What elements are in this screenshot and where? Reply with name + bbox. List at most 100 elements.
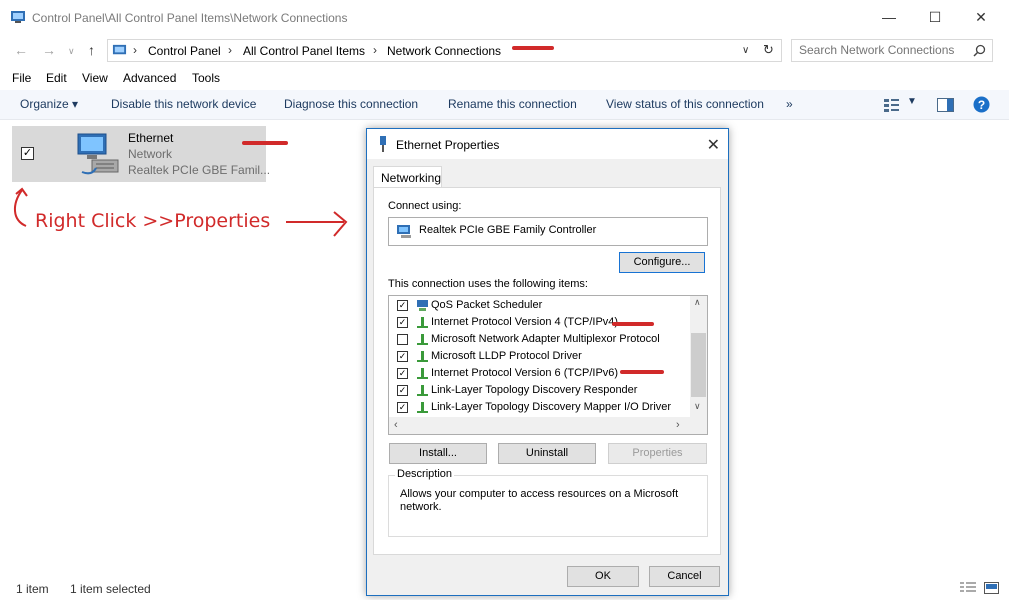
protocol-icon (417, 317, 428, 328)
list-item[interactable]: ✓ Link-Layer Topology Discovery Responde… (389, 382, 689, 399)
item-checkbox[interactable]: ✓ (397, 402, 408, 413)
minimize-button[interactable]: — (866, 0, 912, 34)
item-checkbox[interactable]: ✓ (21, 147, 34, 160)
list-item[interactable]: ✓ Microsoft LLDP Protocol Driver (389, 348, 689, 365)
protocol-icon (417, 385, 428, 396)
connection-name: Ethernet (128, 131, 174, 145)
ethernet-connection-item[interactable]: ✓ Ethernet Network Realtek PCIe GBE Fami… (12, 126, 270, 182)
item-label: QoS Packet Scheduler (431, 299, 543, 311)
protocol-icon (417, 334, 428, 345)
item-label: Internet Protocol Version 6 (TCP/IPv6) (431, 367, 619, 379)
breadcrumb-control-panel[interactable]: Control Panel (148, 44, 221, 58)
rename-button[interactable]: Rename this connection (448, 97, 577, 111)
annotation-underline (612, 322, 654, 326)
forward-arrow-icon[interactable]: → (42, 42, 56, 58)
breadcrumb-separator-icon[interactable]: › (133, 43, 137, 57)
view-status-button[interactable]: View status of this connection (606, 97, 764, 111)
scroll-right-icon[interactable]: › (676, 419, 680, 431)
command-toolbar: Organize ▾ Disable this network device D… (0, 90, 1009, 120)
annotation-underline (620, 370, 664, 374)
organize-button[interactable]: Organize ▾ (20, 97, 78, 111)
menu-bar: File Edit View Advanced Tools (0, 70, 1009, 88)
close-window-button[interactable]: ✕ (958, 0, 1004, 34)
more-commands-button[interactable]: » (786, 97, 793, 111)
details-view-icon[interactable] (960, 582, 976, 594)
diagnose-button[interactable]: Diagnose this connection (284, 97, 418, 111)
item-checkbox[interactable]: ✓ (397, 351, 408, 362)
dialog-close-icon[interactable]: ✕ (707, 135, 720, 155)
protocol-icon (417, 402, 428, 413)
annotation-curved-arrow-icon (14, 187, 28, 227)
large-icons-view-icon[interactable] (984, 582, 999, 594)
items-label: This connection uses the following items… (388, 278, 588, 290)
item-checkbox[interactable]: ✓ (397, 385, 408, 396)
menu-file[interactable]: File (12, 71, 31, 85)
list-item[interactable]: Microsoft Network Adapter Multiplexor Pr… (389, 331, 689, 348)
scroll-left-icon[interactable]: ‹ (394, 419, 398, 431)
properties-button[interactable]: Properties (608, 443, 707, 464)
menu-advanced[interactable]: Advanced (123, 71, 176, 85)
search-icon[interactable] (973, 44, 986, 57)
connect-using-label: Connect using: (388, 200, 462, 212)
address-bar[interactable]: › Control Panel › All Control Panel Item… (107, 39, 782, 62)
ok-button[interactable]: OK (567, 566, 639, 587)
network-plug-icon (380, 136, 386, 152)
item-label: Link-Layer Topology Discovery Mapper I/O… (431, 401, 672, 413)
scroll-thumb[interactable] (691, 333, 706, 397)
recent-dropdown-icon[interactable]: ∨ (68, 46, 75, 57)
scroll-down-icon[interactable]: ∨ (694, 401, 701, 412)
item-checkbox[interactable]: ✓ (397, 368, 408, 379)
refresh-icon[interactable]: ↻ (763, 42, 774, 58)
view-options-dropdown-icon[interactable]: ▼ (907, 96, 917, 107)
menu-view[interactable]: View (82, 71, 108, 85)
description-legend: Description (395, 468, 455, 480)
item-label: Internet Protocol Version 4 (TCP/IPv4) (431, 316, 619, 328)
change-view-icon[interactable] (884, 98, 900, 112)
chevron-down-icon[interactable]: ∨ (742, 45, 749, 56)
item-checkbox[interactable]: ✓ (397, 317, 408, 328)
maximize-button[interactable]: ☐ (912, 0, 958, 34)
item-count: 1 item (16, 582, 49, 596)
help-icon[interactable]: ? (973, 96, 990, 113)
svg-text:?: ? (978, 98, 985, 112)
control-panel-icon (112, 44, 127, 55)
up-arrow-icon[interactable]: ↑ (88, 42, 95, 58)
list-item[interactable]: ✓ Link-Layer Topology Discovery Mapper I… (389, 399, 689, 416)
annotation-underline (242, 141, 288, 145)
breadcrumb-all-items[interactable]: All Control Panel Items (243, 44, 365, 58)
disable-device-button[interactable]: Disable this network device (111, 97, 256, 111)
adapter-name: Realtek PCIe GBE Family Controller (419, 224, 597, 236)
breadcrumb-separator-icon[interactable]: › (228, 43, 232, 57)
protocol-icon (417, 351, 428, 362)
vertical-scrollbar[interactable]: ∧ ∨ (690, 296, 707, 418)
dialog-titlebar: Ethernet Properties ✕ (367, 129, 728, 159)
network-adapter-icon (77, 133, 119, 175)
adapter-field: Realtek PCIe GBE Family Controller (388, 217, 708, 246)
search-input[interactable] (799, 43, 969, 57)
components-list[interactable]: ✓ QoS Packet Scheduler ✓ Internet Protoc… (388, 295, 708, 435)
preview-pane-icon[interactable] (937, 98, 954, 112)
item-checkbox[interactable] (397, 334, 408, 345)
menu-edit[interactable]: Edit (46, 71, 67, 85)
window-title: Control Panel\All Control Panel Items\Ne… (32, 11, 348, 25)
breadcrumb-separator-icon[interactable]: › (373, 43, 377, 57)
network-adapter-icon (397, 225, 411, 238)
breadcrumb-network-connections[interactable]: Network Connections (387, 44, 501, 58)
horizontal-scrollbar[interactable]: ‹ › (389, 417, 707, 434)
annotation-underline (512, 46, 554, 50)
menu-tools[interactable]: Tools (192, 71, 220, 85)
cancel-button[interactable]: Cancel (649, 566, 720, 587)
scroll-up-icon[interactable]: ∧ (694, 297, 701, 308)
install-button[interactable]: Install... (389, 443, 487, 464)
item-label: Link-Layer Topology Discovery Responder (431, 384, 638, 396)
configure-button[interactable]: Configure... (619, 252, 705, 273)
control-panel-icon (11, 11, 25, 23)
tab-networking[interactable]: Networking (373, 166, 442, 188)
search-box[interactable] (791, 39, 993, 62)
item-checkbox[interactable]: ✓ (397, 300, 408, 311)
selected-count: 1 item selected (70, 582, 151, 596)
uninstall-button[interactable]: Uninstall (498, 443, 596, 464)
list-item[interactable]: ✓ QoS Packet Scheduler (389, 297, 689, 314)
item-label: Microsoft Network Adapter Multiplexor Pr… (431, 333, 660, 345)
back-arrow-icon[interactable]: ← (14, 42, 28, 58)
